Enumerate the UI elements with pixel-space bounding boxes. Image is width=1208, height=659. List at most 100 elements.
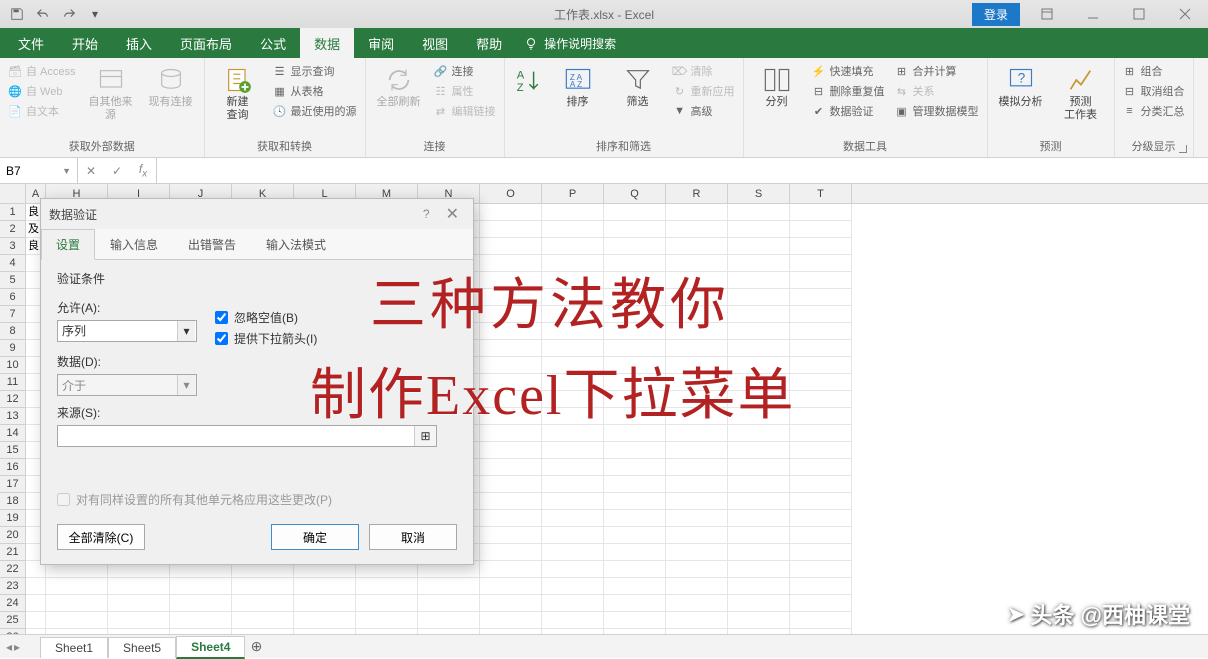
save-icon[interactable] (6, 3, 28, 25)
cell[interactable] (604, 306, 666, 323)
maximize-icon[interactable] (1116, 0, 1162, 28)
cell[interactable] (790, 442, 852, 459)
cell[interactable] (542, 612, 604, 629)
from-other-sources-button[interactable]: 自其他来源 (84, 62, 138, 122)
row-header[interactable]: 11 (0, 374, 25, 391)
cell[interactable] (790, 340, 852, 357)
cell[interactable] (666, 493, 728, 510)
dialog-tab-settings[interactable]: 设置 (41, 229, 95, 260)
cell[interactable] (666, 561, 728, 578)
cell[interactable] (480, 612, 542, 629)
refresh-all-button[interactable]: 全部刷新 (372, 62, 426, 109)
cell[interactable] (728, 425, 790, 442)
cell[interactable] (604, 459, 666, 476)
cell[interactable] (666, 323, 728, 340)
column-header[interactable]: S (728, 184, 790, 203)
cell[interactable] (542, 476, 604, 493)
cell[interactable] (790, 306, 852, 323)
cell[interactable] (542, 595, 604, 612)
cell[interactable] (542, 544, 604, 561)
cell[interactable] (604, 391, 666, 408)
cell[interactable] (170, 578, 232, 595)
cell[interactable] (480, 289, 542, 306)
cell[interactable] (790, 510, 852, 527)
cell[interactable] (728, 255, 790, 272)
edit-links-button[interactable]: ⇄编辑链接 (432, 102, 498, 120)
row-header[interactable]: 13 (0, 408, 25, 425)
cell[interactable] (728, 561, 790, 578)
ungroup-button[interactable]: ⊟取消组合 (1121, 82, 1187, 100)
cell[interactable] (542, 255, 604, 272)
cell[interactable] (108, 595, 170, 612)
cell[interactable] (666, 425, 728, 442)
row-header[interactable]: 18 (0, 493, 25, 510)
sheet-nav-prev-icon[interactable]: ◂ (6, 640, 12, 654)
existing-connections-button[interactable]: 现有连接 (144, 62, 198, 109)
cell[interactable] (542, 204, 604, 221)
cell[interactable] (666, 340, 728, 357)
sheet-tab[interactable]: Sheet5 (108, 637, 176, 658)
cell[interactable] (728, 289, 790, 306)
consolidate-button[interactable]: ⊞合并计算 (893, 62, 981, 80)
cell[interactable] (790, 612, 852, 629)
cell[interactable] (790, 544, 852, 561)
advanced-filter-button[interactable]: ▼高级 (671, 102, 737, 120)
cell[interactable] (790, 374, 852, 391)
tab-file[interactable]: 文件 (4, 28, 58, 58)
ignore-blank-checkbox[interactable]: 忽略空值(B) (215, 309, 317, 326)
cell[interactable] (480, 238, 542, 255)
select-all-corner[interactable] (0, 184, 26, 204)
group-button[interactable]: ⊞组合 (1121, 62, 1187, 80)
cell[interactable] (480, 425, 542, 442)
cell[interactable] (26, 595, 46, 612)
login-button[interactable]: 登录 (972, 3, 1020, 26)
cell[interactable] (604, 476, 666, 493)
flash-fill-button[interactable]: ⚡快速填充 (810, 62, 887, 80)
column-header[interactable]: O (480, 184, 542, 203)
row-header[interactable]: 12 (0, 391, 25, 408)
text-to-columns-button[interactable]: 分列 (750, 62, 804, 109)
clear-all-button[interactable]: 全部清除(C) (57, 524, 145, 550)
show-queries-button[interactable]: ☰显示查询 (271, 62, 359, 80)
cell[interactable] (542, 510, 604, 527)
connections-button[interactable]: 🔗连接 (432, 62, 498, 80)
tab-insert[interactable]: 插入 (112, 28, 166, 58)
cell[interactable] (418, 595, 480, 612)
cell[interactable] (790, 238, 852, 255)
cell[interactable] (108, 612, 170, 629)
formula-input[interactable] (157, 158, 1208, 183)
cell[interactable] (604, 323, 666, 340)
cell[interactable] (604, 612, 666, 629)
relationships-button[interactable]: ⇆关系 (893, 82, 981, 100)
cell[interactable] (604, 544, 666, 561)
cell[interactable] (480, 493, 542, 510)
cell[interactable] (604, 255, 666, 272)
cell[interactable] (604, 289, 666, 306)
row-header[interactable]: 14 (0, 425, 25, 442)
allow-combobox[interactable]: 序列▾ (57, 320, 197, 342)
cell[interactable] (294, 578, 356, 595)
tab-data[interactable]: 数据 (300, 28, 354, 58)
tab-pagelayout[interactable]: 页面布局 (166, 28, 246, 58)
in-cell-dropdown-checkbox[interactable]: 提供下拉箭头(I) (215, 330, 317, 347)
cell[interactable] (604, 357, 666, 374)
subtotal-button[interactable]: ≡分类汇总 (1121, 102, 1187, 120)
cell[interactable] (790, 289, 852, 306)
redo-icon[interactable] (58, 3, 80, 25)
cell[interactable] (356, 612, 418, 629)
name-box[interactable]: B7▼ (0, 158, 78, 183)
cell[interactable] (666, 527, 728, 544)
cell[interactable] (728, 459, 790, 476)
cell[interactable] (294, 595, 356, 612)
cell[interactable] (666, 578, 728, 595)
new-query-button[interactable]: 新建 查询 (211, 62, 265, 122)
cell[interactable] (542, 289, 604, 306)
cell[interactable] (728, 612, 790, 629)
cell[interactable] (480, 408, 542, 425)
cell[interactable] (542, 425, 604, 442)
cell[interactable] (542, 357, 604, 374)
minimize-icon[interactable] (1070, 0, 1116, 28)
tab-view[interactable]: 视图 (408, 28, 462, 58)
dialog-tab-error-alert[interactable]: 出错警告 (173, 229, 251, 259)
cell[interactable] (728, 391, 790, 408)
